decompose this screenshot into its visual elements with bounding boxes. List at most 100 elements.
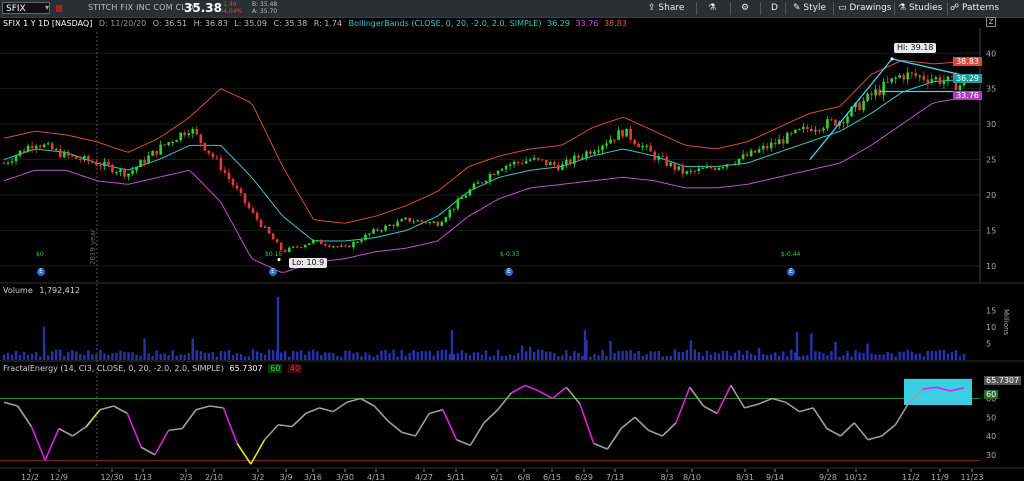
candle-body (87, 156, 90, 162)
fe-tick-label: 30 (986, 451, 996, 460)
period-button[interactable]: D (771, 2, 778, 14)
volume-bar (380, 350, 383, 360)
candle-body (400, 219, 403, 222)
patterns-button[interactable]: ☍ Patterns (950, 2, 999, 14)
flask-icon[interactable]: ⚗ (708, 2, 716, 14)
volume-bar (223, 351, 227, 360)
fe-line-segment (126, 413, 142, 448)
x-tick-label: 3/2 (252, 473, 265, 481)
volume-bar (211, 351, 215, 360)
volume-bar (368, 354, 371, 360)
price-tick-label: 30 (986, 120, 996, 129)
candle-body (906, 72, 910, 80)
candle-body (436, 221, 440, 226)
candle-body (476, 182, 480, 184)
volume-bar (617, 350, 620, 360)
share-button[interactable]: ⇪ Share (648, 2, 684, 14)
studies-button[interactable]: ⚗ Studies (898, 2, 942, 14)
earnings-marker[interactable]: E (269, 268, 277, 276)
volume-bar (950, 351, 954, 360)
price-tick-label: 20 (986, 191, 996, 200)
candle-body (773, 142, 777, 145)
candle-body (544, 159, 548, 166)
volume-bar (774, 352, 777, 360)
drawings-button[interactable]: ▭ Drawings (838, 2, 892, 14)
collapse-icon[interactable]: Z (986, 17, 996, 27)
candle-body (777, 139, 781, 145)
volume-bar (26, 354, 30, 360)
candle-body (183, 132, 187, 136)
candle-body (332, 246, 335, 248)
gear-icon[interactable]: ⚙ (741, 2, 749, 14)
fe-line-segment (387, 420, 403, 433)
candle-body (6, 162, 10, 164)
candle-body (834, 119, 837, 126)
volume-bar (757, 347, 761, 360)
candle-body (211, 153, 215, 158)
x-tick-label: 4/27 (415, 473, 433, 481)
volume-bar (420, 351, 423, 360)
earnings-marker[interactable]: E (505, 268, 513, 276)
x-tick-label: 4/13 (367, 473, 385, 481)
candle-body (637, 143, 640, 148)
volume-bar (583, 330, 587, 360)
candle-body (147, 155, 150, 164)
volume-bar (227, 350, 231, 360)
candle-body (131, 170, 134, 174)
candle-body (143, 160, 146, 164)
volume-bar (786, 356, 789, 360)
fe-line-segment (332, 401, 348, 413)
candle-body (336, 246, 339, 248)
candle-body (882, 81, 885, 95)
volume-bar (147, 353, 150, 360)
candle-body (733, 163, 737, 165)
candle-body (532, 157, 536, 160)
volume-bar (609, 340, 612, 360)
candle-body (870, 93, 873, 96)
candle-body (886, 81, 889, 83)
volume-bar (504, 355, 508, 360)
chevron-down-icon[interactable]: ▾ (45, 3, 49, 12)
bollinger-label[interactable]: BollingerBands (CLOSE, 0, 20, -2.0, 2.0,… (349, 19, 542, 28)
volume-bar (962, 353, 966, 360)
volume-bar (822, 353, 825, 360)
volume-bar (456, 353, 460, 360)
price-tick-label: 10 (986, 262, 996, 271)
price-chart[interactable]: 10152025303540 51015 30405060 12/2 12/9 12… (0, 0, 1024, 481)
candle-body (802, 126, 805, 130)
candle-body (524, 160, 528, 164)
x-tick-label: 12/9 (50, 473, 68, 481)
patterns-label: Patterns (961, 3, 1000, 13)
dividend-label: $-0.33 (500, 251, 520, 258)
candle-body (66, 151, 70, 156)
candle-body (806, 126, 809, 129)
fe-line-segment (305, 407, 320, 415)
volume-bar (585, 339, 588, 360)
volume-bar (709, 354, 713, 360)
volume-bar (641, 356, 644, 360)
volume-bar (87, 350, 90, 360)
candle-body (793, 129, 797, 133)
candle-body (645, 145, 648, 147)
ohlc-high: H: 36.83 (193, 19, 228, 28)
earnings-marker[interactable]: E (787, 268, 795, 276)
volume-bar (484, 350, 488, 360)
earnings-marker[interactable]: E (37, 268, 45, 276)
candle-body (42, 144, 46, 148)
fe-line-segment (250, 439, 266, 465)
x-tick-label: 2/10 (205, 473, 223, 481)
high-point (890, 57, 894, 61)
style-button[interactable]: ✎ Style (793, 2, 826, 14)
volume-bar (42, 326, 46, 360)
candle-body (597, 150, 600, 152)
symbol-input[interactable]: SFIX (2, 2, 50, 14)
candle-body (171, 142, 175, 144)
x-tick-label: 6/8 (518, 473, 531, 481)
candle-body (789, 132, 793, 134)
fe-label[interactable]: FractalEnergy (14, CI3, CLOSE, 0, 20, -2… (3, 364, 224, 373)
fe-line-segment (195, 405, 210, 411)
candle-body (657, 156, 661, 160)
volume-bar (520, 345, 524, 360)
volume-bar (814, 351, 817, 360)
fe-line-segment (840, 422, 855, 437)
